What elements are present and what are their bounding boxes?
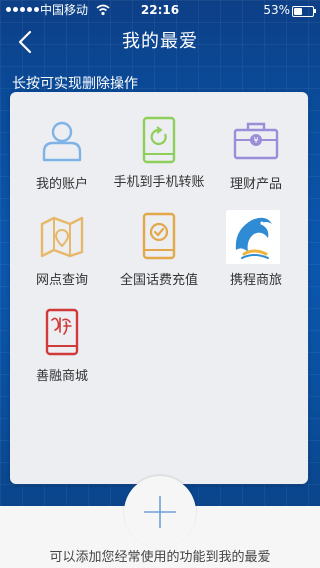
map-icon	[40, 216, 84, 258]
favorite-label: 我的账户	[35, 177, 88, 192]
briefcase-yen-icon: ¥	[233, 122, 279, 160]
favorite-label: 全国话费充值	[119, 273, 198, 288]
user-icon	[42, 121, 82, 162]
favorite-phone-recharge[interactable]: 全国话费充值	[111, 192, 207, 288]
shanrong-phone-icon	[45, 308, 79, 356]
svg-text:¥: ¥	[253, 136, 258, 145]
favorite-branch-search[interactable]: 网点查询	[14, 192, 110, 288]
delete-hint: 长按可实现删除操作	[12, 76, 138, 92]
favorite-label: 网点查询	[35, 273, 88, 288]
plus-icon	[144, 496, 176, 528]
battery-icon	[292, 6, 316, 17]
phone-check-icon	[142, 212, 176, 260]
favorite-shanrong-mall[interactable]: 善融商城	[14, 288, 110, 384]
nav-bar: 我的最爱	[0, 20, 320, 64]
favorite-label: 手机到手机转账	[113, 175, 205, 190]
add-favorites-hint: 可以添加您经常使用的功能到我的最爱	[49, 550, 271, 565]
favorite-my-account[interactable]: 我的账户	[14, 96, 110, 192]
favorite-ctrip-travel[interactable]: 携程商旅	[208, 192, 304, 288]
favorites-panel: 我的账户 手机到手机转账 ¥ 理财产品 网点查询 全国话费充值 携程商旅 善融商…	[10, 92, 308, 484]
dolphin-logo-icon	[226, 210, 280, 264]
favorite-wealth-products[interactable]: ¥ 理财产品	[208, 96, 304, 192]
favorite-label: 善融商城	[35, 369, 88, 384]
favorite-label: 携程商旅	[229, 273, 282, 288]
favorite-label: 理财产品	[229, 177, 282, 192]
phone-transfer-icon	[142, 116, 176, 164]
page-title: 我的最爱	[122, 31, 198, 52]
add-favorite-button[interactable]	[124, 476, 196, 548]
battery-percentage: 53%	[263, 3, 290, 17]
battery-fill	[294, 8, 302, 15]
favorite-phone-transfer[interactable]: 手机到手机转账	[111, 96, 207, 192]
status-bar: 中国移动 22:16 53%	[0, 0, 320, 20]
